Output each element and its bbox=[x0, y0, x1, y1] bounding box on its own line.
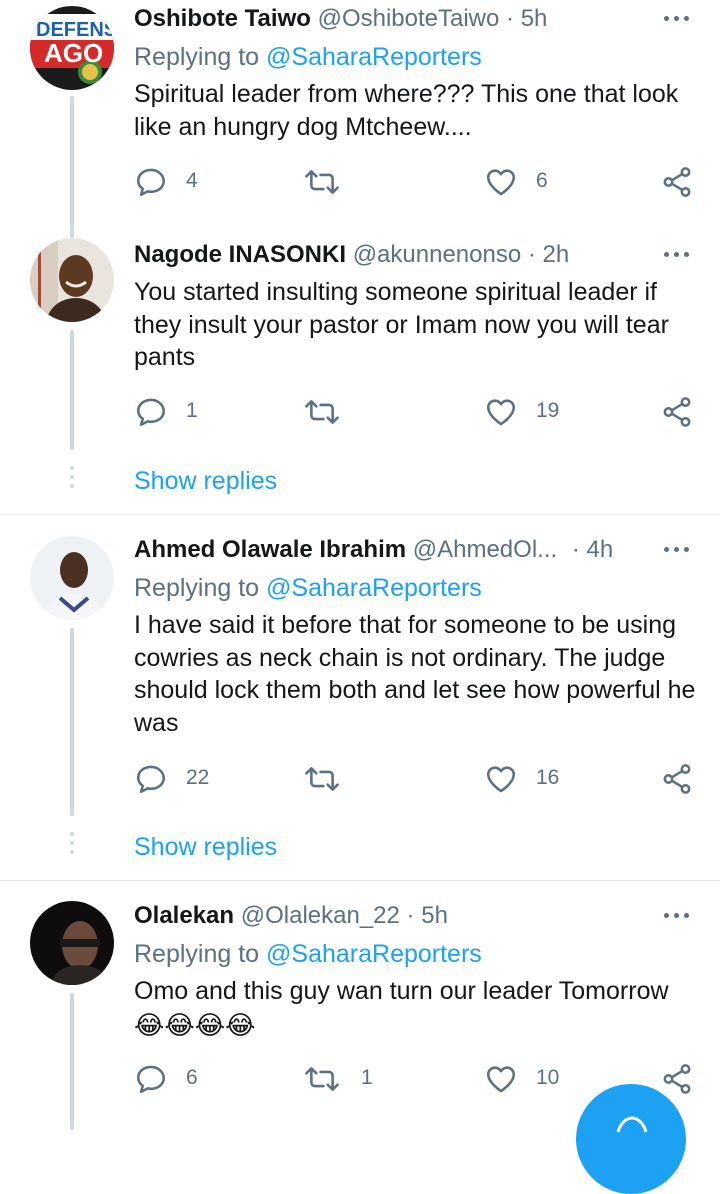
retweet-count: 1 bbox=[361, 1066, 373, 1089]
tweet-text: Spiritual leader from where??? This one … bbox=[134, 80, 679, 141]
separator: · bbox=[527, 241, 536, 268]
tweet-text: I have said it before that for someone t… bbox=[134, 611, 696, 737]
reply-icon bbox=[136, 398, 166, 427]
like-count: 19 bbox=[536, 399, 560, 422]
timestamp[interactable]: 5h bbox=[521, 5, 548, 32]
user-handle[interactable]: @AhmedOl... bbox=[413, 536, 557, 563]
replying-to-label: Replying to bbox=[134, 574, 260, 602]
display-name[interactable]: Olalekan bbox=[134, 902, 234, 929]
heart-icon bbox=[486, 766, 516, 793]
avatar[interactable] bbox=[30, 536, 114, 620]
like-button[interactable]: 19 bbox=[484, 395, 564, 429]
mention-link[interactable]: @SaharaReporters bbox=[266, 43, 482, 71]
avatar[interactable] bbox=[30, 238, 114, 322]
thread-line bbox=[70, 993, 74, 1130]
like-button[interactable]: 16 bbox=[484, 762, 564, 796]
display-name[interactable]: Ahmed Olawale Ibrahim bbox=[134, 536, 406, 563]
thread-line bbox=[70, 226, 74, 238]
separator: · bbox=[406, 902, 415, 929]
reply-button[interactable]: 6 bbox=[134, 1062, 214, 1096]
tweet-header: Oshibote Taiwo @OshiboteTaiwo · 5h bbox=[134, 4, 547, 34]
show-replies-link[interactable]: Show replies bbox=[134, 466, 277, 496]
user-handle[interactable]: @akunnenonso bbox=[353, 241, 522, 268]
divider bbox=[0, 514, 720, 515]
more-icon[interactable] bbox=[664, 913, 690, 921]
more-icon[interactable] bbox=[664, 252, 690, 260]
share-icon bbox=[663, 397, 691, 427]
reply-count: 22 bbox=[186, 766, 210, 789]
divider bbox=[0, 880, 720, 881]
tweet-text: Omo and this guy wan turn our leader Tom… bbox=[134, 977, 669, 1005]
share-button[interactable] bbox=[660, 762, 694, 796]
reply-button[interactable]: 4 bbox=[134, 165, 214, 199]
retweet-icon bbox=[305, 1067, 339, 1091]
share-button[interactable] bbox=[660, 395, 694, 429]
timestamp[interactable]: 5h bbox=[421, 902, 448, 929]
replying-to: Replying to @SaharaReporters bbox=[134, 42, 482, 72]
reply-icon bbox=[136, 765, 166, 794]
like-button[interactable]: 6 bbox=[484, 165, 564, 199]
reply-icon bbox=[136, 1065, 166, 1094]
tweet-header: Nagode INASONKI @akunnenonso · 2h bbox=[134, 240, 569, 270]
display-name[interactable]: Oshibote Taiwo bbox=[134, 5, 311, 32]
reply-icon bbox=[136, 168, 166, 197]
reply-button[interactable]: 1 bbox=[134, 395, 214, 429]
like-count: 16 bbox=[536, 766, 560, 789]
retweet-button[interactable]: 1 bbox=[303, 1062, 383, 1096]
retweet-button[interactable] bbox=[303, 395, 383, 429]
retweet-icon bbox=[305, 400, 339, 424]
thread-line bbox=[70, 96, 74, 228]
mention-link[interactable]: @SaharaReporters bbox=[266, 940, 482, 968]
timestamp[interactable]: 4h bbox=[587, 536, 614, 563]
reply-count: 6 bbox=[186, 1066, 198, 1089]
retweet-icon bbox=[305, 170, 339, 194]
share-button[interactable] bbox=[660, 165, 694, 199]
more-icon[interactable] bbox=[664, 16, 690, 24]
avatar[interactable]: DEFENS AGO bbox=[30, 6, 114, 90]
emoji-text: 😂😂😂😂 bbox=[134, 1010, 256, 1040]
more-icon[interactable] bbox=[664, 547, 690, 555]
tweet-text: You started insulting someone spiritual … bbox=[134, 278, 669, 371]
separator: · bbox=[571, 536, 580, 563]
replying-to-label: Replying to bbox=[134, 940, 260, 968]
replying-to: Replying to @SaharaReporters bbox=[134, 573, 482, 603]
share-icon bbox=[663, 764, 691, 794]
like-count: 6 bbox=[536, 169, 548, 192]
like-button[interactable]: 10 bbox=[484, 1062, 564, 1096]
thread-line bbox=[70, 628, 74, 816]
thread-dots bbox=[70, 466, 74, 493]
like-count: 10 bbox=[536, 1066, 560, 1089]
share-icon bbox=[663, 1064, 691, 1094]
display-name[interactable]: Nagode INASONKI bbox=[134, 241, 346, 268]
timestamp[interactable]: 2h bbox=[543, 241, 570, 268]
separator: · bbox=[506, 5, 515, 32]
thread-dots bbox=[70, 832, 74, 859]
reply-count: 4 bbox=[186, 169, 198, 192]
avatar[interactable] bbox=[30, 901, 114, 985]
retweet-icon bbox=[305, 767, 339, 791]
user-handle[interactable]: @Olalekan_22 bbox=[241, 902, 400, 929]
mention-link[interactable]: @SaharaReporters bbox=[266, 574, 482, 602]
retweet-button[interactable] bbox=[303, 762, 383, 796]
heart-icon bbox=[486, 399, 516, 426]
replying-to: Replying to @SaharaReporters bbox=[134, 939, 482, 969]
reply-button[interactable]: 22 bbox=[134, 762, 224, 796]
show-replies-link[interactable]: Show replies bbox=[134, 832, 277, 862]
share-button[interactable] bbox=[660, 1062, 694, 1096]
reply-count: 1 bbox=[186, 399, 198, 422]
replying-to-label: Replying to bbox=[134, 43, 260, 71]
thread-line bbox=[70, 330, 74, 450]
share-icon bbox=[663, 167, 691, 197]
tweet-header: Ahmed Olawale Ibrahim @AhmedOl... · 4h bbox=[134, 535, 613, 565]
heart-icon bbox=[486, 169, 516, 196]
compose-icon bbox=[616, 1116, 648, 1133]
retweet-button[interactable] bbox=[303, 165, 383, 199]
user-handle[interactable]: @OshiboteTaiwo bbox=[318, 5, 500, 32]
heart-icon bbox=[486, 1066, 516, 1093]
avatar-text-bottom: AGO bbox=[44, 38, 103, 68]
tweet-header: Olalekan @Olalekan_22 · 5h bbox=[134, 901, 448, 931]
compose-button[interactable] bbox=[576, 1084, 686, 1194]
